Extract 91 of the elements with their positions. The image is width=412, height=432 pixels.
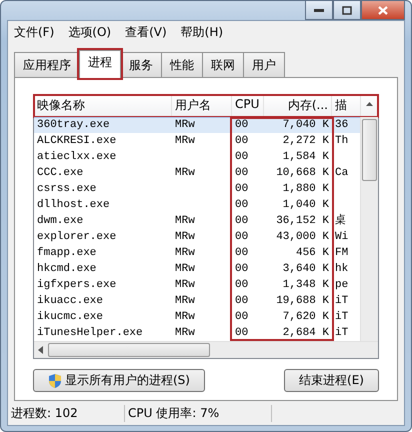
table-cell-text: 桌 — [334, 213, 347, 229]
table-cell-text: explorer.exe — [36, 230, 118, 245]
column-header[interactable]: 映像名称 — [34, 95, 172, 116]
table-cell-text: dwm.exe — [36, 214, 84, 229]
table-cell-text: iT — [334, 294, 350, 309]
table-cell-text: ALCKRESI.exe — [36, 134, 118, 149]
tab[interactable]: 进程 — [79, 50, 121, 78]
tab[interactable]: 服务 — [120, 52, 162, 78]
table-cell-text: MRw — [174, 230, 196, 245]
table-cell-text: 00 — [234, 310, 250, 325]
table-cell-text: 00 — [234, 294, 250, 309]
minimize-button[interactable] — [305, 1, 333, 20]
table-cell-text: 00 — [234, 134, 250, 149]
menu-item[interactable]: 文件(F) — [14, 24, 54, 41]
table-cell-text: MRw — [174, 294, 196, 309]
table-cell-text: 00 — [234, 230, 250, 245]
column-header[interactable]: 描 — [332, 95, 361, 116]
tab[interactable]: 应用程序 — [14, 52, 80, 78]
tab[interactable]: 联网 — [202, 52, 244, 78]
scroll-left-icon[interactable] — [38, 346, 44, 354]
table-cell-text: ikucmc.exe — [36, 310, 104, 325]
close-button[interactable] — [361, 1, 405, 20]
table-cell-text: pe — [334, 278, 350, 293]
status-text: CPU 使用率: 7% — [125, 404, 272, 422]
table-cell-text: iT — [334, 310, 350, 325]
table-cell-text: 1,880 K — [282, 182, 330, 197]
close-icon — [378, 6, 388, 14]
tab[interactable]: 用户 — [243, 52, 285, 78]
menu-item[interactable]: 帮助(H) — [180, 24, 224, 41]
table-cell-text: 00 — [234, 182, 250, 197]
table-cell-text: Th — [334, 134, 350, 149]
table-cell-text: 00 — [234, 166, 250, 181]
end-process-button[interactable]: 结束进程(E) — [284, 369, 379, 392]
table-cell-text: MRw — [174, 134, 196, 149]
table-cell-text: FM — [334, 246, 350, 261]
show-all-processes-button[interactable]: 显示所有用户的进程(S) — [33, 369, 205, 392]
table-cell-text: 00 — [234, 326, 250, 341]
table-cell-text: hkcmd.exe — [36, 262, 98, 277]
tab[interactable]: 性能 — [161, 52, 203, 78]
column-header[interactable]: 用户名 — [172, 95, 232, 116]
status-text: 进程数: 102 — [8, 404, 125, 422]
table-cell-text: MRw — [174, 278, 196, 293]
table-cell-text: 1,040 K — [282, 198, 330, 213]
table-cell-text: MRw — [174, 262, 196, 277]
table-cell-text: hk — [334, 262, 350, 277]
table-cell-text: MRw — [174, 214, 196, 229]
table-cell: 36 — [332, 117, 360, 133]
menu-item[interactable]: 查看(V) — [125, 24, 167, 41]
table-cell-text: MRw — [174, 326, 196, 341]
table-cell-text: csrss.exe — [36, 182, 98, 197]
menu-item[interactable]: 选项(O) — [68, 24, 112, 41]
table-cell-text: 43,000 K — [275, 230, 330, 245]
table-cell-text: Ca — [334, 166, 350, 181]
table-cell-text: 2,272 K — [282, 134, 330, 149]
table-cell-text: Wi — [334, 230, 350, 245]
maximize-button[interactable] — [333, 1, 361, 20]
table-cell-text: 36,152 K — [275, 214, 330, 229]
column-header[interactable]: CPU — [232, 95, 264, 116]
table-cell-text: 19,688 K — [275, 294, 330, 309]
table-cell-text: 2,684 K — [282, 326, 330, 341]
table-cell-text: atieclxx.exe — [36, 150, 118, 165]
table-cell-text: iT — [334, 326, 350, 341]
horizontal-scrollbar[interactable] — [34, 341, 378, 358]
table-cell-text: MRw — [174, 246, 196, 261]
table-cell-text: 456 K — [294, 246, 330, 261]
shield-icon — [48, 372, 62, 388]
column-header[interactable]: 内存(... — [264, 95, 332, 116]
table-cell-text: 00 — [234, 246, 250, 261]
table-cell: MRw — [172, 117, 232, 133]
table-cell-text: 00 — [234, 150, 250, 165]
table-cell-text: 7,620 K — [282, 310, 330, 325]
table-cell-text: CCC.exe — [36, 166, 84, 181]
maximize-icon — [342, 6, 352, 14]
table-cell-text: fmapp.exe — [36, 246, 98, 261]
table-cell-text: 1,348 K — [282, 278, 330, 293]
table-cell-text: 00 — [234, 278, 250, 293]
table-cell-text: 00 — [234, 214, 250, 229]
table-cell-text: MRw — [174, 310, 196, 325]
minimize-icon — [314, 8, 324, 12]
table-cell-text: 1,584 K — [282, 150, 330, 165]
table-cell: 360tray.exe — [34, 117, 172, 133]
table-cell-text: ikuacc.exe — [36, 294, 104, 309]
table-cell-text: 10,668 K — [275, 166, 330, 181]
table-cell-text: 00 — [234, 198, 250, 213]
table-cell-text: 00 — [234, 262, 250, 277]
table-cell-text: 3,640 K — [282, 262, 330, 277]
table-cell-text: igfxpers.exe — [36, 278, 118, 293]
vertical-scrollbar[interactable] — [360, 117, 378, 341]
table-cell-text: iTunesHelper.exe — [36, 326, 144, 341]
table-cell-text: dllhost.exe — [36, 198, 111, 213]
table-cell-text: MRw — [174, 166, 196, 181]
